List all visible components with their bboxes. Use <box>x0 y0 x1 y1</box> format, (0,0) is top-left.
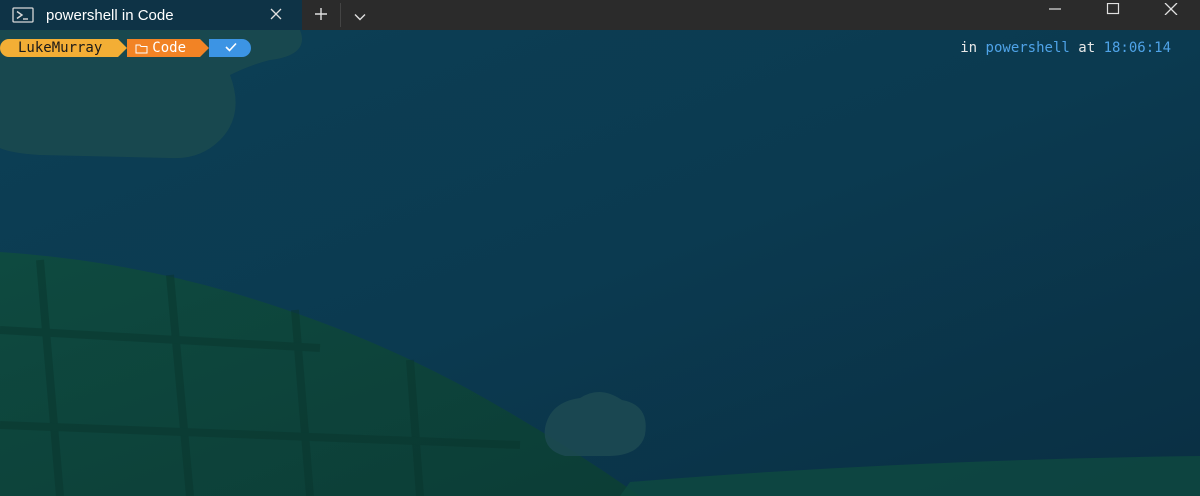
prompt-user: LukeMurray <box>18 40 103 56</box>
terminal-window: powershell in Code LukeMurray Code in po… <box>0 0 1200 496</box>
maximize-button[interactable] <box>1084 0 1142 30</box>
powershell-icon <box>12 7 34 23</box>
prompt-line: LukeMurray Code <box>0 39 252 57</box>
window-controls <box>1026 0 1200 30</box>
close-icon <box>1164 0 1178 19</box>
title-bar: powershell in Code <box>0 0 1200 30</box>
right-prompt-shell: powershell <box>985 40 1070 56</box>
background-image <box>0 30 1200 496</box>
segment-separator <box>200 39 210 57</box>
minimize-icon <box>1048 0 1062 19</box>
right-prompt-in: in <box>960 40 978 56</box>
terminal-area[interactable]: LukeMurray Code in powershell at 18:06:1… <box>0 30 1200 496</box>
check-icon <box>225 40 237 56</box>
plus-icon <box>314 6 328 25</box>
chevron-down-icon <box>354 6 366 25</box>
folder-icon <box>135 43 148 54</box>
right-prompt-at: at <box>1078 40 1096 56</box>
tab-dropdown-button[interactable] <box>341 0 379 30</box>
right-prompt-time: 18:06:14 <box>1103 40 1171 56</box>
tab-powershell[interactable]: powershell in Code <box>0 0 302 30</box>
prompt-status-segment <box>209 39 252 57</box>
new-tab-button[interactable] <box>302 0 340 30</box>
right-prompt: in powershell at 18:06:14 <box>960 40 1171 56</box>
prompt-path-segment: Code <box>127 39 201 57</box>
maximize-icon <box>1106 0 1120 19</box>
tab-close-icon[interactable] <box>266 4 286 24</box>
prompt-user-segment: LukeMurray <box>0 39 119 57</box>
prompt-path: Code <box>152 40 187 56</box>
tab-title: powershell in Code <box>46 6 174 24</box>
segment-separator <box>118 39 128 57</box>
minimize-button[interactable] <box>1026 0 1084 30</box>
close-window-button[interactable] <box>1142 0 1200 30</box>
